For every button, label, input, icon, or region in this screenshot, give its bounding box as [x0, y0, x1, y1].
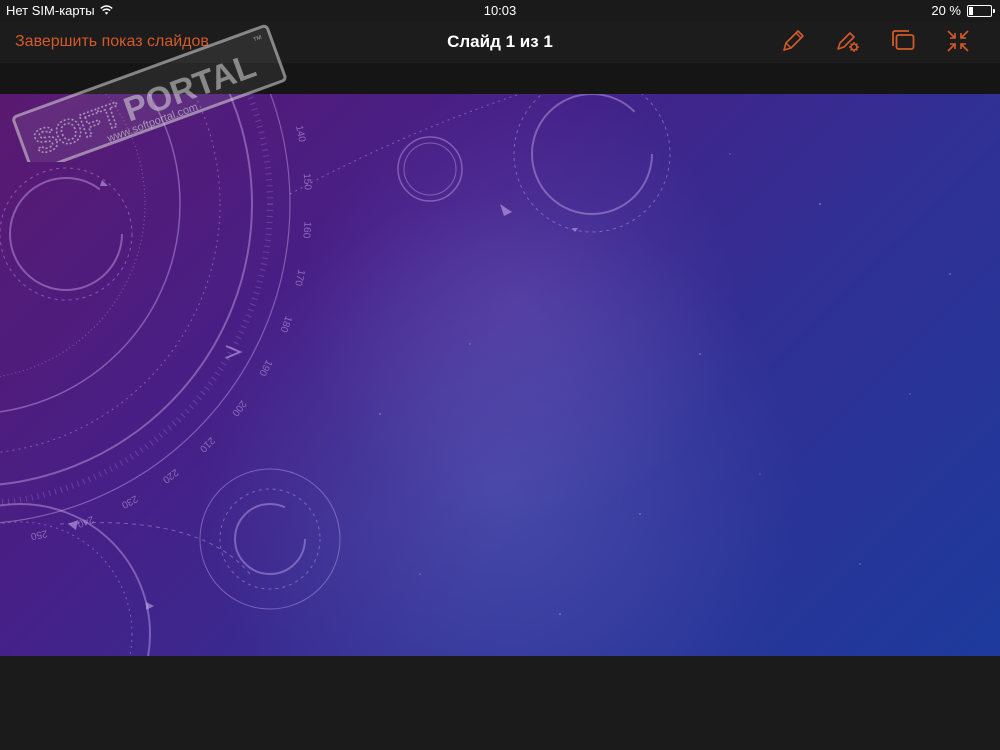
dial-tick-label: 160 [300, 221, 312, 239]
nav-bar: Завершить показ слайдов Слайд 1 из 1 [0, 22, 1000, 63]
nav-toolbar [779, 29, 972, 57]
slides-button[interactable] [889, 29, 917, 57]
status-bar: Нет SIM-карты 10:03 20 % [0, 0, 1000, 22]
battery-tip [993, 8, 995, 13]
dial-tick-label: 150 [301, 173, 313, 191]
pencil-button[interactable] [779, 29, 807, 57]
pencil-icon [780, 28, 806, 59]
battery-percent: 20 % [931, 3, 961, 18]
status-time: 10:03 [483, 3, 517, 18]
slide-artwork: 140150160170180190200210220230240250260 [0, 94, 1000, 656]
slide-canvas[interactable]: 140150160170180190200210220230240250260 [0, 94, 1000, 656]
pen-settings-button[interactable] [834, 29, 862, 57]
exit-fullscreen-icon [945, 28, 971, 59]
battery-fill [969, 6, 973, 15]
slide-bottom-margin [0, 656, 1000, 750]
pen-settings-icon [835, 28, 861, 59]
exit-fullscreen-button[interactable] [944, 29, 972, 57]
end-slideshow-button[interactable]: Завершить показ слайдов [15, 33, 209, 51]
battery-icon [967, 4, 995, 17]
slides-icon [890, 28, 916, 59]
nebula-glow-2 [0, 94, 1000, 656]
slide-top-margin [0, 63, 1000, 94]
status-right: 20 % [931, 3, 995, 18]
